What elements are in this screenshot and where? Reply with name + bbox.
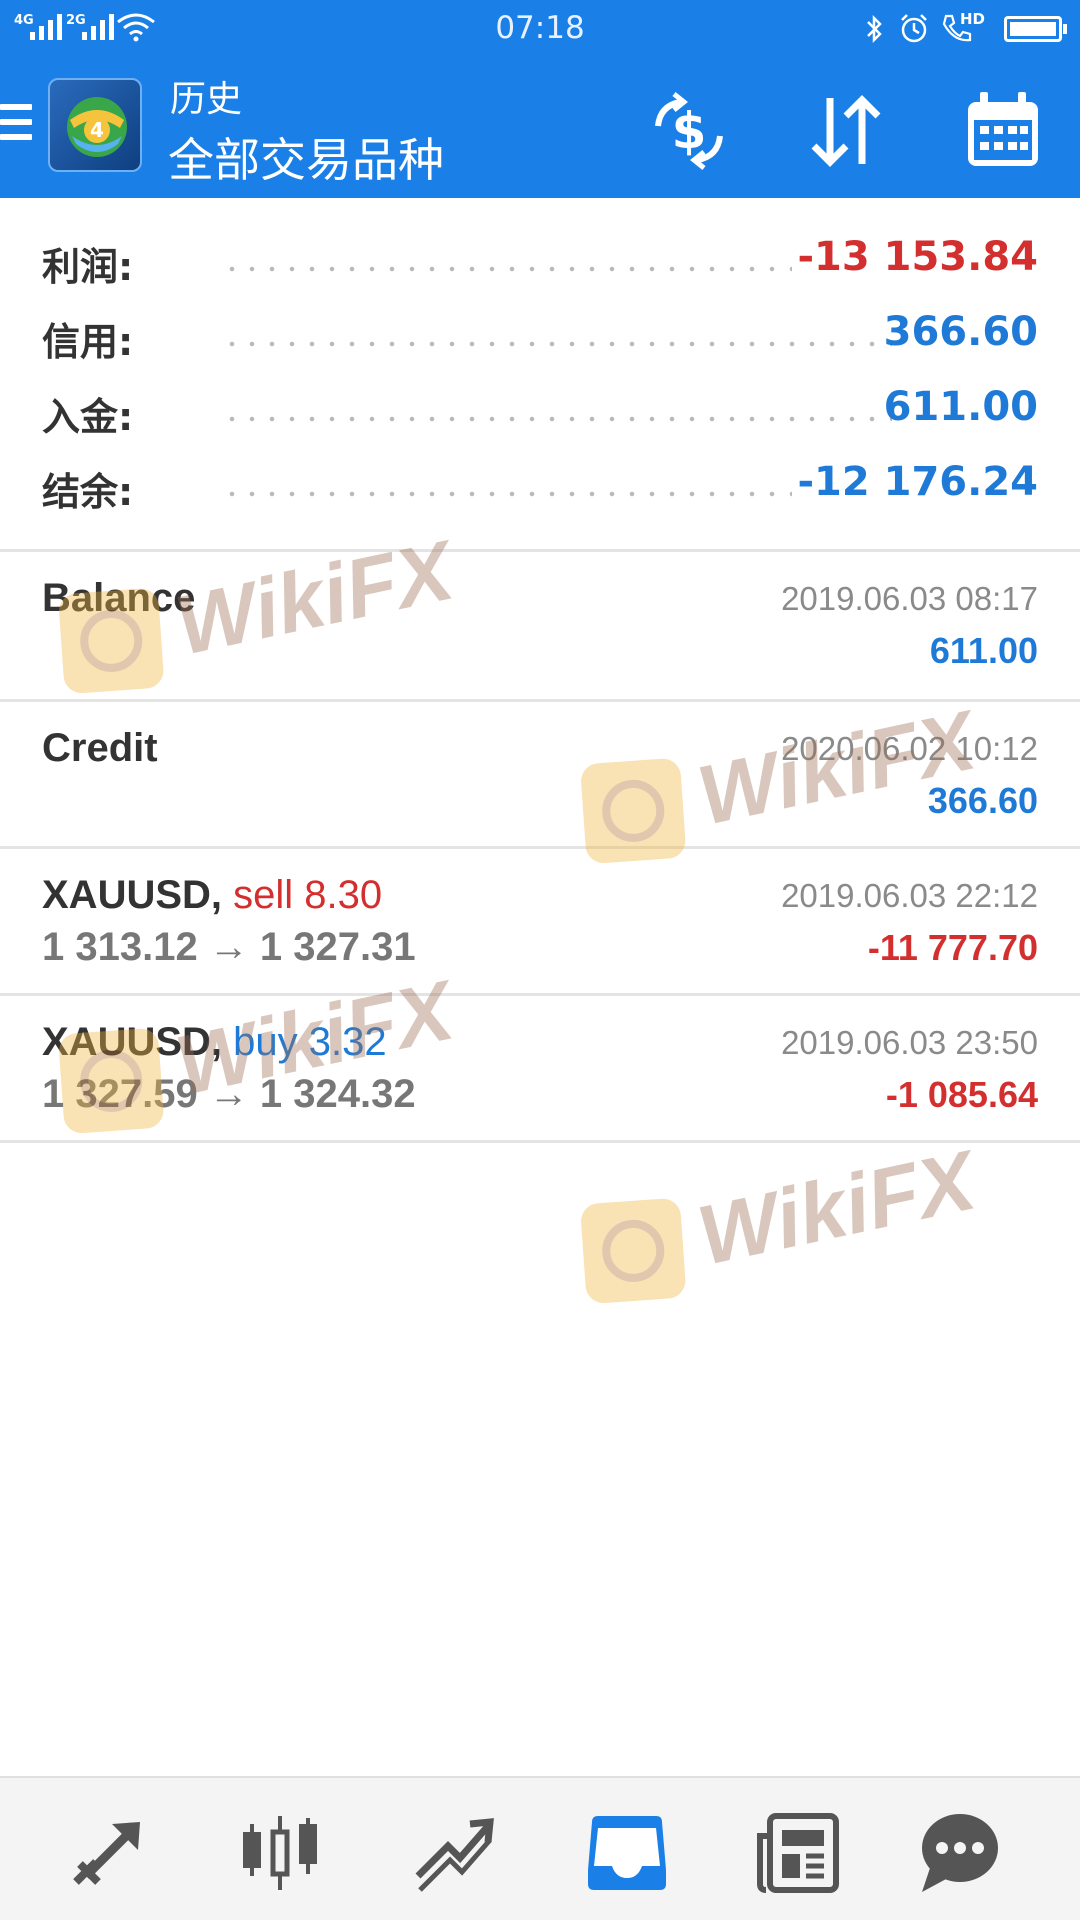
deal-symbol: XAUUSD, <box>42 873 223 917</box>
currency-exchange-icon[interactable]: $ <box>644 86 734 176</box>
hd-label: HD <box>960 10 986 28</box>
summary-value: 611.00 <box>883 384 1038 430</box>
deal-symbol: Credit <box>42 726 158 770</box>
history-inbox-icon[interactable] <box>582 1806 672 1896</box>
calendar-icon[interactable] <box>958 86 1048 176</box>
app-bar: 4 历史 全部交易品种 $ <box>0 58 1080 198</box>
chart-candles-icon[interactable] <box>236 1806 326 1896</box>
deal-row-xauusd-sell[interactable]: XAUUSD, sell 8.30 1 313.12 → 1 327.31 20… <box>0 849 1080 993</box>
summary-row-profit: 利润: -13 153.84 <box>0 224 1080 299</box>
dotted-leader <box>222 491 792 497</box>
sort-icon[interactable] <box>800 86 890 176</box>
battery-icon <box>1004 16 1067 42</box>
summary-label: 结余: <box>42 470 134 514</box>
summary-row-deposit: 入金: 611.00 <box>0 374 1080 449</box>
summary-value: -12 176.24 <box>797 459 1038 505</box>
summary-value: 366.60 <box>883 309 1038 355</box>
dotted-leader <box>222 341 892 347</box>
news-icon[interactable] <box>754 1806 844 1896</box>
deal-time: 2019.06.03 23:50 <box>781 1024 1038 1061</box>
deal-amount: -1 085.64 <box>885 1074 1038 1115</box>
page-title[interactable]: 全部交易品种 <box>168 124 444 190</box>
dotted-leader <box>222 266 792 272</box>
deal-side: sell 8.30 <box>233 873 383 917</box>
status-bar: 4G 2G 07:18 HD <box>0 0 1080 58</box>
deal-header: XAUUSD, sell 8.30 <box>42 873 382 918</box>
bottom-nav <box>0 1776 1080 1920</box>
alarm-icon <box>901 14 927 43</box>
dotted-leader <box>222 416 892 422</box>
deal-amount: -11 777.70 <box>867 927 1038 968</box>
summary-row-balance: 结余: -12 176.24 <box>0 449 1080 524</box>
summary-label: 信用: <box>42 320 134 364</box>
chat-icon[interactable] <box>914 1806 1004 1896</box>
logo-badge: 4 <box>90 118 104 142</box>
trade-icon[interactable] <box>408 1806 498 1896</box>
deal-prices: 1 313.12 → 1 327.31 <box>42 925 416 969</box>
watermark: WikiFX <box>574 1130 983 1310</box>
app-logo: 4 <box>48 78 142 172</box>
deal-amount: 611.00 <box>929 630 1038 671</box>
page-subtitle: 历史 <box>170 79 243 120</box>
deal-time: 2019.06.03 08:17 <box>781 580 1038 617</box>
summary-row-credit: 信用: 366.60 <box>0 299 1080 374</box>
summary-label: 入金: <box>42 395 134 439</box>
bluetooth-icon <box>867 14 882 44</box>
summary-value: -13 153.84 <box>797 234 1038 280</box>
trade-quotes-icon[interactable] <box>66 1806 156 1896</box>
deal-time: 2019.06.03 22:12 <box>781 877 1038 914</box>
menu-icon[interactable] <box>0 104 32 149</box>
summary-label: 利润: <box>42 245 134 289</box>
